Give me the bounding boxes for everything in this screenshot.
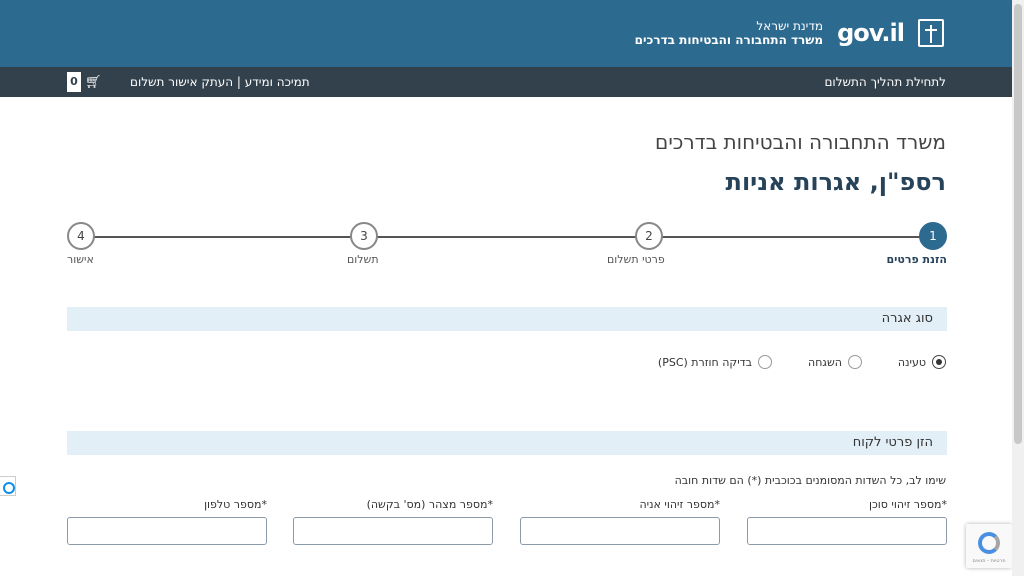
ship-id-input[interactable] — [520, 517, 720, 545]
scrollbar-thumb[interactable] — [1014, 4, 1022, 444]
ministry-title: משרד התחבורה והבטיחות בדרכים — [655, 130, 946, 154]
radio-unchecked-icon[interactable] — [847, 355, 862, 369]
step-3-circle: 3 — [350, 222, 378, 250]
state-name: מדינת ישראל — [756, 19, 824, 33]
radio-loading-label: טעינה — [897, 355, 926, 369]
step-1-label: הזנת פרטים — [886, 253, 947, 266]
recaptcha-badge[interactable]: פרטיות - תנאים — [966, 524, 1012, 568]
fee-type-section-header: סוג אגרה — [67, 307, 947, 331]
teamviewer-icon[interactable] — [0, 476, 16, 496]
page-title: רספ"ן, אגרות אניות — [725, 168, 946, 196]
ship-id-label: *מספר זיהוי אניה — [639, 498, 721, 511]
progress-stepper: 1 הזנת פרטים 2 פרטי תשלום 3 תשלום 4 אישו… — [67, 222, 947, 272]
start-payment-link[interactable]: לתחילת תהליך התשלום — [824, 75, 946, 89]
recaptcha-icon — [978, 532, 1000, 554]
ministry-name: משרד התחבורה והבטיחות בדרכים — [634, 33, 824, 48]
radio-psc-label: בדיקה חוזרת (PSC) — [657, 355, 753, 369]
required-fields-notice: שימו לב, כל השדות המסומנים בכוכבית (*) ה… — [674, 474, 946, 487]
shopping-cart-icon: 🛒︎ — [85, 74, 102, 90]
stepper-line — [81, 236, 933, 238]
step-3-label: תשלום — [347, 253, 379, 266]
radio-supervision-label: השגחה — [808, 355, 842, 369]
cart-count: 0 — [67, 72, 81, 92]
manifest-number-label: *מספר מצהר (מס' בקשה) — [366, 498, 493, 511]
recaptcha-text[interactable]: פרטיות - תנאים — [968, 558, 1010, 564]
radio-unchecked-icon[interactable] — [758, 355, 773, 369]
fee-type-radio-group: טעינה השגחה בדיקה חוזרת (PSC) — [658, 355, 946, 369]
step-1-circle: 1 — [919, 222, 947, 250]
support-links[interactable]: תמיכה ומידע | העתק אישור תשלום — [130, 75, 310, 89]
menorah-emblem-icon — [918, 19, 944, 48]
nav-bar: לתחילת תהליך התשלום תמיכה ומידע | העתק א… — [0, 67, 1012, 97]
manifest-number-input[interactable] — [293, 517, 493, 545]
step-2-circle: 2 — [635, 222, 663, 250]
step-4-circle: 4 — [67, 222, 95, 250]
radio-loading[interactable]: טעינה — [898, 355, 946, 369]
radio-psc[interactable]: בדיקה חוזרת (PSC) — [657, 355, 773, 369]
gov-header: gov.il מדינת ישראל משרד התחבורה והבטיחות… — [0, 0, 1012, 67]
gov-names: מדינת ישראל משרד התחבורה והבטיחות בדרכים — [635, 19, 823, 48]
phone-label: *מספר טלפון — [204, 498, 267, 511]
cart-button[interactable]: 0 🛒︎ — [67, 72, 102, 92]
fee-type-heading: סוג אגרה — [881, 311, 933, 326]
radio-supervision[interactable]: השגחה — [808, 355, 862, 369]
customer-section-header: הזן פרטי לקוח — [67, 431, 947, 455]
phone-input[interactable] — [67, 517, 267, 545]
step-2-label: פרטי תשלום — [607, 253, 665, 266]
customer-heading: הזן פרטי לקוח — [852, 435, 933, 450]
gov-il-logo: gov.il — [837, 19, 905, 48]
agent-id-input[interactable] — [747, 517, 947, 545]
step-4-label: אישור — [67, 253, 94, 266]
gov-brand[interactable]: gov.il מדינת ישראל משרד התחבורה והבטיחות… — [635, 19, 944, 48]
vertical-scrollbar[interactable] — [1012, 0, 1024, 576]
agent-id-label: *מספר זיהוי סוכן — [868, 498, 947, 511]
radio-checked-icon[interactable] — [932, 355, 946, 369]
